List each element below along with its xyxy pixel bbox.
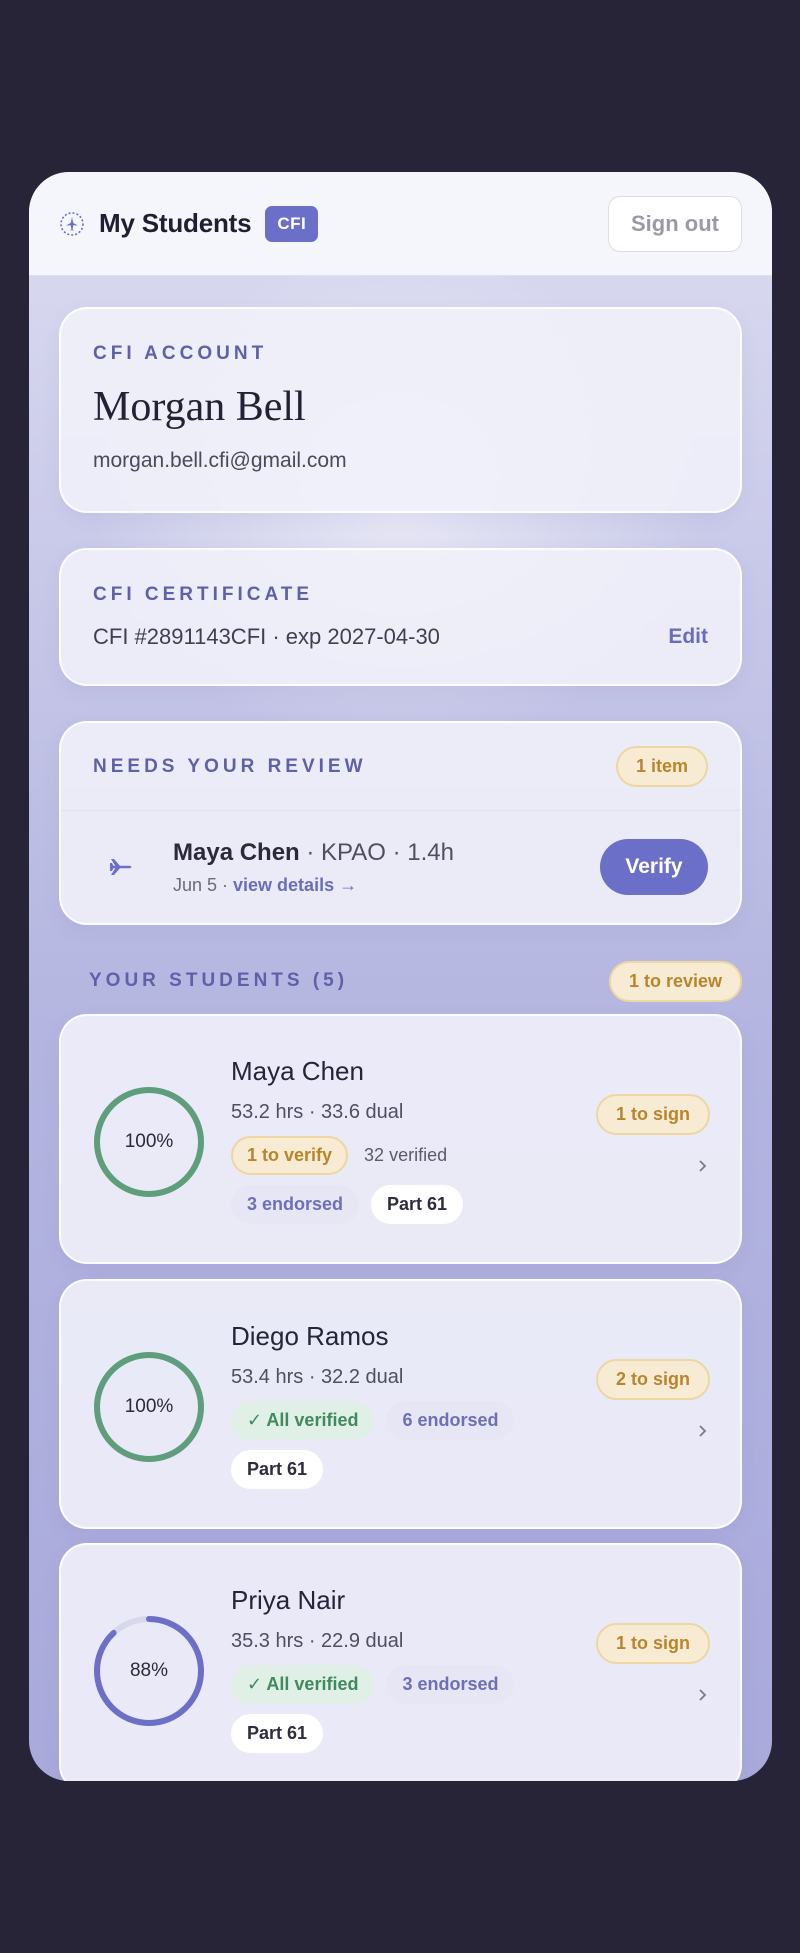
sign-out-button[interactable]: Sign out (608, 195, 742, 252)
needs-review-card: NEEDS YOUR REVIEW 1 item Maya Chen · KPA… (59, 721, 742, 925)
app-header: My Students CFI Sign out (29, 172, 772, 276)
app-screen: My Students CFI Sign out CFI ACCOUNT Mor… (29, 172, 772, 1781)
to-sign-badge: 2 to sign (595, 1359, 710, 1400)
students-section-title: YOUR STUDENTS (5) (89, 970, 349, 991)
account-card: CFI ACCOUNT Morgan Bell morgan.bell.cfi@… (59, 307, 742, 513)
page-title: My Students (99, 208, 252, 238)
review-item: Maya Chen · KPAO · 1.4h Jun 5 · view det… (61, 811, 740, 923)
endorsed-badge: 3 endorsed (231, 1185, 360, 1224)
verify-button[interactable]: Verify (600, 839, 708, 895)
account-eyebrow: CFI ACCOUNT (93, 343, 268, 364)
review-date: Jun 5 · (173, 874, 234, 895)
certificate-eyebrow: CFI CERTIFICATE (93, 584, 314, 605)
compass-plane-icon (59, 211, 85, 237)
to-verify-badge: 1 to verify (231, 1136, 349, 1175)
review-flight-details: · KPAO · 1.4h (299, 838, 454, 866)
part-badge: Part 61 (231, 1714, 324, 1753)
part-badge: Part 61 (231, 1450, 324, 1489)
chevron-right-icon (699, 1160, 707, 1172)
student-name: Diego Ramos (231, 1321, 389, 1351)
review-count-badge: 1 item (615, 746, 708, 787)
endorsed-badge: 3 endorsed (386, 1665, 515, 1704)
device-frame: My Students CFI Sign out CFI ACCOUNT Mor… (0, 0, 800, 1953)
progress-label: 100% (124, 1396, 174, 1417)
account-name: Morgan Bell (93, 384, 306, 430)
student-hours: 35.3 hrs · 22.9 dual (231, 1630, 404, 1652)
review-eyebrow: NEEDS YOUR REVIEW (93, 755, 367, 777)
review-student-name: Maya Chen (173, 838, 300, 866)
student-card[interactable]: 100% Maya Chen 53.2 hrs · 33.6 dual 1 to… (59, 1014, 742, 1264)
progress-label: 88% (129, 1660, 169, 1681)
verified-count: 32 verified (364, 1145, 448, 1165)
all-verified-badge: ✓ All verified (231, 1401, 375, 1440)
certificate-card: CFI CERTIFICATE CFI #2891143CFI · exp 20… (59, 548, 742, 686)
view-details-link[interactable]: view details → (233, 875, 357, 895)
student-hours: 53.4 hrs · 32.2 dual (231, 1366, 404, 1388)
chevron-right-icon (699, 1689, 707, 1701)
student-name: Priya Nair (231, 1585, 346, 1615)
endorsed-badge: 6 endorsed (386, 1401, 515, 1440)
certificate-details: CFI #2891143CFI · exp 2027-04-30 (93, 624, 440, 649)
account-email: morgan.bell.cfi@gmail.com (93, 449, 347, 472)
student-hours: 53.2 hrs · 33.6 dual (231, 1101, 404, 1123)
student-card[interactable]: 88% Priya Nair 35.3 hrs · 22.9 dual ✓ Al… (59, 1543, 742, 1781)
all-verified-badge: ✓ All verified (231, 1665, 375, 1704)
to-sign-badge: 1 to sign (595, 1623, 710, 1664)
airplane-icon (103, 856, 139, 878)
role-badge: CFI (265, 205, 319, 242)
progress-label: 100% (124, 1131, 174, 1152)
students-section-header: YOUR STUDENTS (5) 1 to review (89, 957, 742, 1005)
to-sign-badge: 1 to sign (595, 1094, 710, 1135)
part-badge: Part 61 (371, 1185, 464, 1224)
students-review-badge: 1 to review (608, 960, 742, 1002)
chevron-right-icon (699, 1425, 707, 1437)
edit-certificate-link[interactable]: Edit (668, 625, 708, 649)
student-card[interactable]: 100% Diego Ramos 53.4 hrs · 32.2 dual ✓ … (59, 1279, 742, 1529)
student-name: Maya Chen (231, 1056, 364, 1086)
